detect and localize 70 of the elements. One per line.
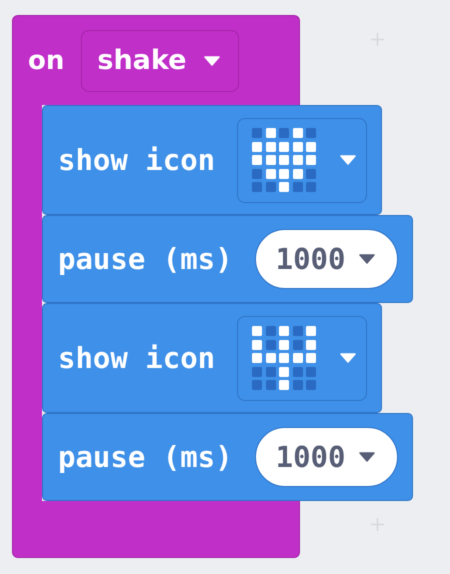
caret-icon (340, 155, 356, 165)
led[interactable] (266, 340, 276, 350)
block-label: show icon (58, 143, 216, 177)
show-icon-block[interactable]: show icon (42, 105, 382, 215)
block-label: show icon (58, 341, 216, 375)
led[interactable] (266, 353, 276, 363)
caret-icon (340, 353, 356, 363)
led[interactable] (279, 353, 290, 363)
block-label: pause (ms) (58, 440, 233, 474)
pause-block[interactable]: pause (ms) 1000 (42, 215, 414, 303)
led[interactable] (279, 366, 290, 376)
led[interactable] (252, 326, 262, 336)
led[interactable] (279, 142, 290, 152)
led[interactable] (292, 168, 303, 178)
led[interactable] (279, 326, 290, 336)
led[interactable] (266, 128, 276, 138)
block-label: pause (ms) (58, 242, 233, 276)
icon-dropdown[interactable] (237, 118, 368, 202)
caret-icon (359, 452, 376, 462)
led[interactable] (292, 128, 303, 138)
led[interactable] (252, 340, 262, 350)
pause-block[interactable]: pause (ms) 1000 (42, 413, 414, 501)
show-icon-block[interactable]: show icon (42, 303, 382, 413)
led[interactable] (292, 326, 303, 336)
led[interactable] (279, 380, 290, 390)
led[interactable] (292, 380, 303, 390)
event-block[interactable]: on shake (12, 15, 300, 105)
led[interactable] (306, 340, 316, 350)
led[interactable] (306, 353, 316, 363)
led[interactable] (252, 366, 262, 376)
led[interactable] (292, 340, 303, 350)
led[interactable] (266, 155, 276, 165)
led[interactable] (306, 168, 316, 178)
led[interactable] (266, 326, 276, 336)
led[interactable] (252, 380, 262, 390)
led[interactable] (279, 128, 290, 138)
trigger-dropdown[interactable]: shake (81, 30, 240, 92)
led[interactable] (252, 182, 262, 192)
led[interactable] (266, 380, 276, 390)
led[interactable] (252, 142, 262, 152)
led[interactable] (306, 142, 316, 152)
number-dropdown[interactable]: 1000 (254, 427, 398, 487)
led[interactable] (306, 182, 316, 192)
led[interactable] (306, 380, 316, 390)
led[interactable] (279, 340, 290, 350)
led[interactable] (252, 128, 262, 138)
led[interactable] (266, 182, 276, 192)
led[interactable] (266, 168, 276, 178)
caret-icon (359, 254, 376, 264)
led[interactable] (306, 366, 316, 376)
led[interactable] (266, 142, 276, 152)
led[interactable] (292, 155, 303, 165)
led[interactable] (279, 155, 290, 165)
event-label: on (28, 46, 64, 76)
led[interactable] (279, 168, 290, 178)
caret-icon (204, 56, 220, 66)
led[interactable] (252, 353, 262, 363)
led[interactable] (279, 182, 290, 192)
led[interactable] (252, 168, 262, 178)
led[interactable] (292, 142, 303, 152)
led[interactable] (292, 182, 303, 192)
led[interactable] (306, 155, 316, 165)
led[interactable] (292, 366, 303, 376)
number-dropdown[interactable]: 1000 (254, 229, 398, 289)
led[interactable] (306, 326, 316, 336)
led[interactable] (266, 366, 276, 376)
led[interactable] (306, 128, 316, 138)
icon-dropdown[interactable] (237, 316, 368, 400)
led[interactable] (292, 353, 303, 363)
led[interactable] (252, 155, 262, 165)
